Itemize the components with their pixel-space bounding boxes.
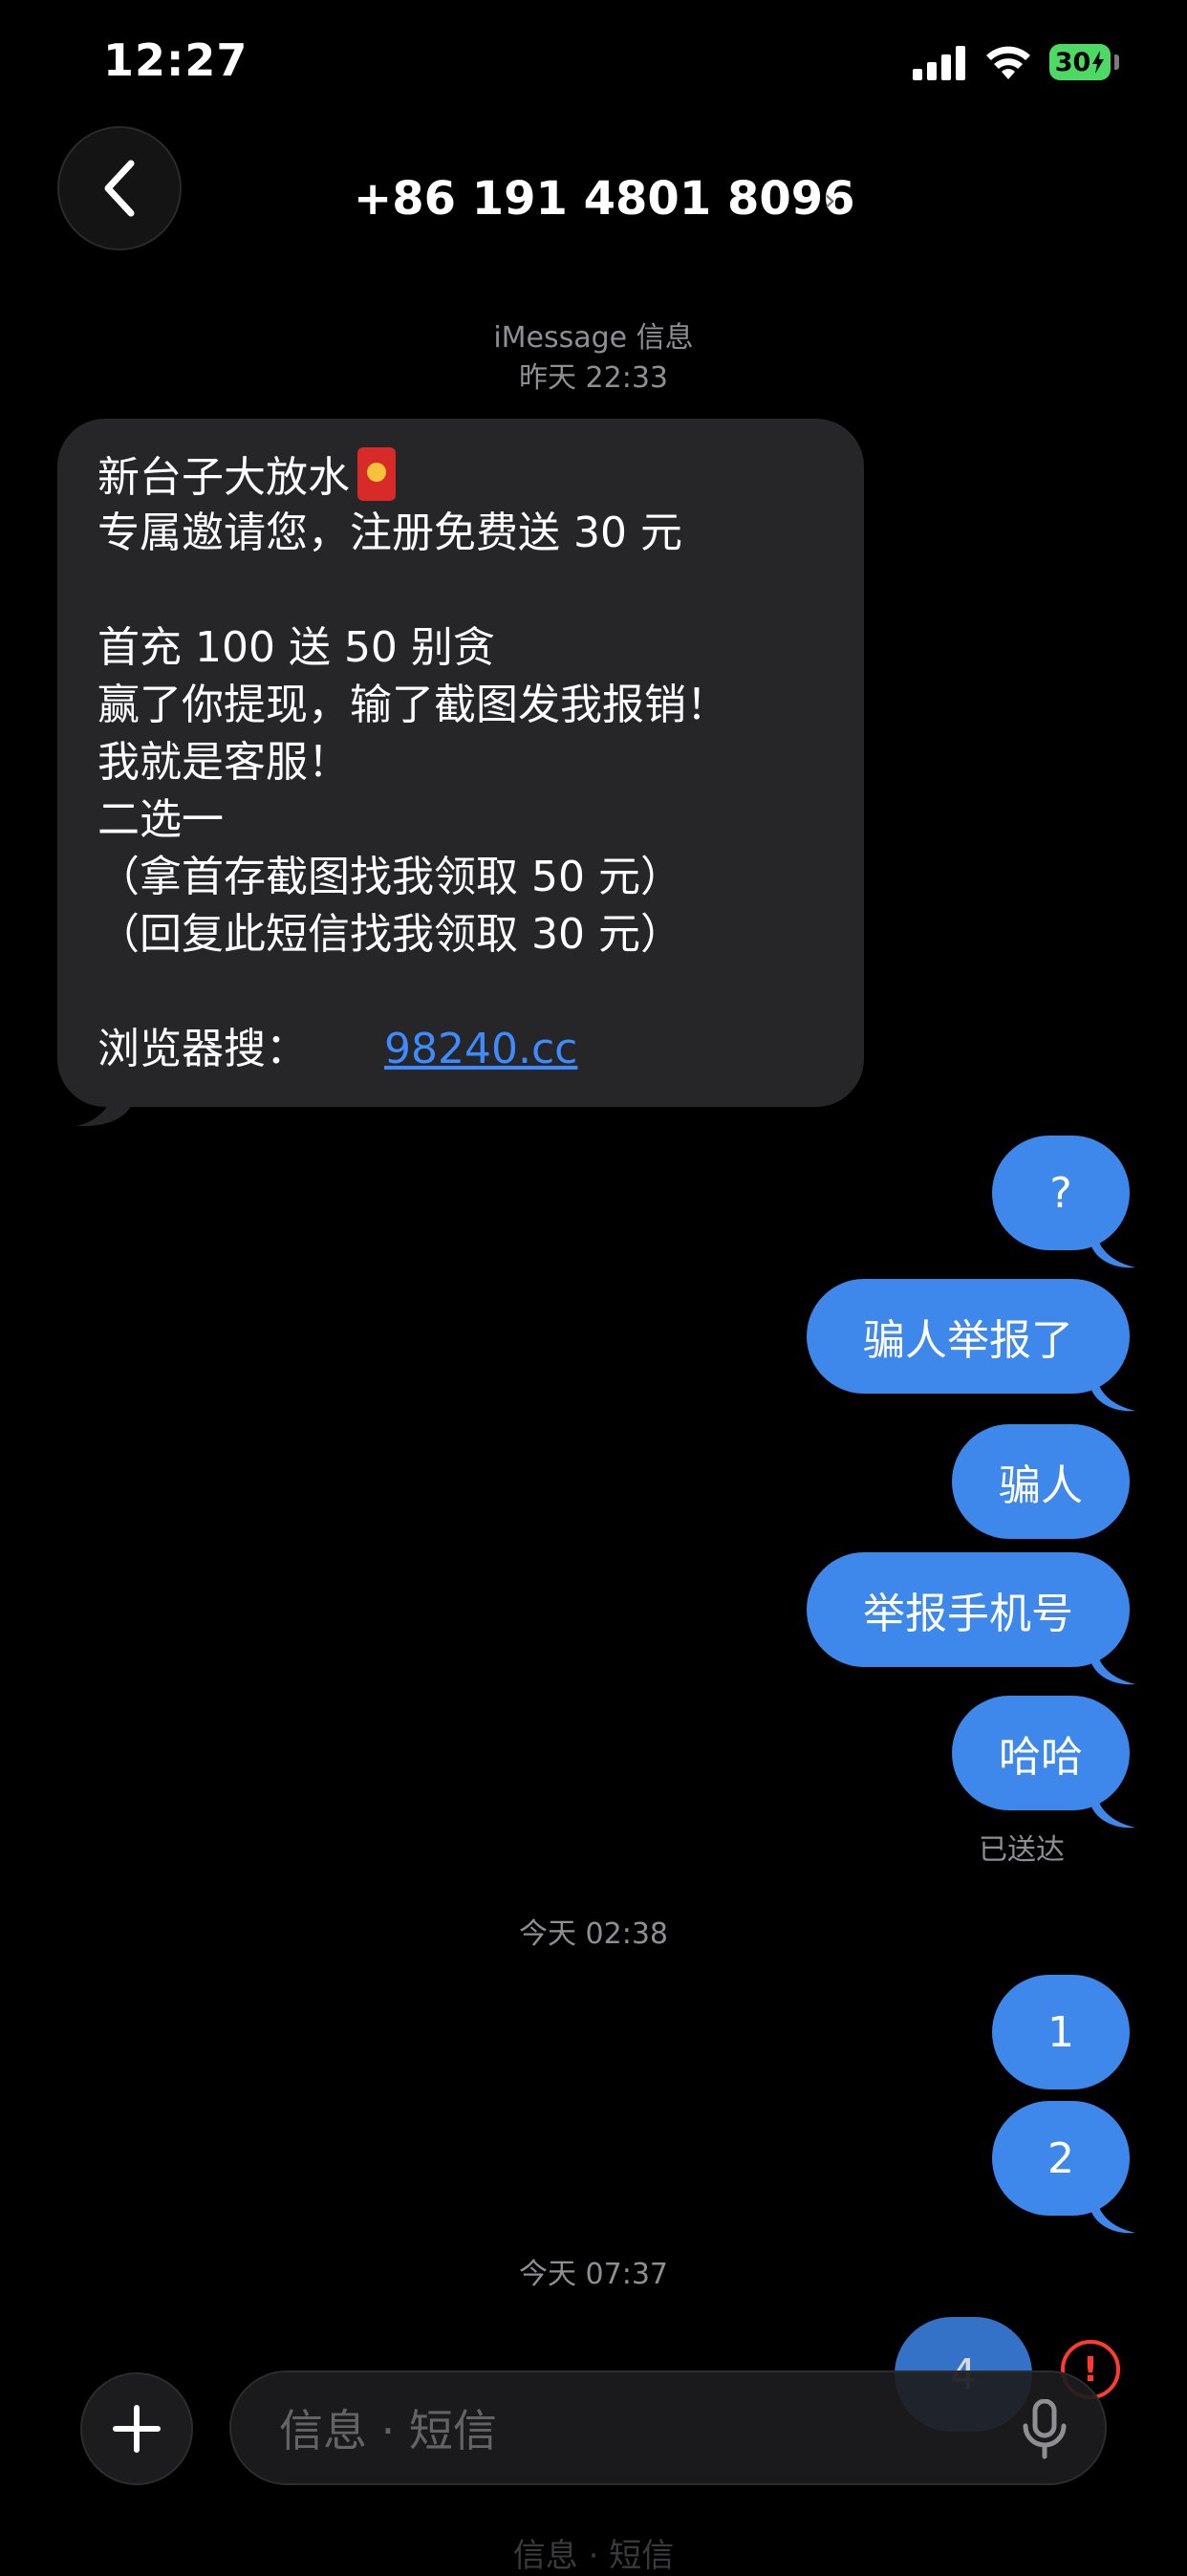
message-line: 新台子大放水 bbox=[97, 447, 824, 505]
message-text: 举报手机号 bbox=[863, 1590, 1073, 1638]
message-text: 2 bbox=[1047, 2133, 1074, 2183]
outgoing-message-bubble[interactable]: 1 bbox=[992, 1975, 1130, 2089]
input-placeholder: 信息 · 短信 bbox=[279, 2405, 497, 2457]
microphone-icon[interactable] bbox=[1021, 2399, 1068, 2460]
status-time: 12:27 bbox=[103, 34, 248, 86]
bubble-tail bbox=[1091, 1371, 1135, 1412]
message-input[interactable]: 信息 · 短信 bbox=[229, 2370, 1107, 2485]
timestamp: 今天 02:38 bbox=[519, 1917, 668, 1951]
outgoing-message-bubble[interactable]: 骗人 bbox=[952, 1424, 1130, 1539]
timestamp: 昨天 22:33 bbox=[519, 361, 668, 395]
bubble-tail bbox=[1091, 1644, 1135, 1685]
message-line bbox=[97, 562, 824, 619]
outgoing-message-bubble[interactable]: 骗人举报了 bbox=[807, 1279, 1130, 1394]
link-label: 浏览器搜： bbox=[97, 1025, 308, 1073]
outgoing-message-bubble[interactable]: 举报手机号 bbox=[807, 1552, 1130, 1667]
bubble-tail bbox=[76, 1080, 134, 1127]
message-text: ? bbox=[1049, 1168, 1072, 1218]
contact-title[interactable]: +86 191 4801 8096 bbox=[354, 172, 855, 226]
message-line: 首充 100 送 50 别贪 bbox=[97, 623, 495, 672]
battery-indicator: 30 bbox=[1049, 44, 1111, 80]
incoming-message-bubble[interactable]: 新台子大放水 专属邀请您，注册免费送 30 元 首充 100 送 50 别贪 赢… bbox=[57, 419, 864, 1107]
link-row: 浏览器搜： 98240.cc bbox=[97, 1021, 824, 1078]
message-text: 1 bbox=[1047, 2007, 1074, 2057]
bubble-tail bbox=[1091, 1227, 1135, 1268]
charging-bolt-icon bbox=[1092, 51, 1105, 74]
message-line: 专属邀请您，注册免费送 30 元 bbox=[97, 509, 682, 557]
message-line: 我就是客服！ bbox=[97, 738, 350, 787]
plus-icon bbox=[113, 2405, 161, 2453]
red-envelope-icon bbox=[357, 447, 396, 501]
timestamp: 今天 07:37 bbox=[519, 2258, 668, 2291]
message-line: （回复此短信找我领取 30 元） bbox=[97, 910, 682, 959]
message-line: 赢了你提现，输了截图发我报销！ bbox=[97, 681, 728, 729]
chevron-left-icon bbox=[104, 160, 135, 217]
chevron-right-icon[interactable]: › bbox=[824, 182, 836, 218]
message-line: （拿首存截图找我领取 50 元） bbox=[97, 853, 682, 901]
battery-cap bbox=[1114, 54, 1119, 70]
message-line: 二选一 bbox=[97, 795, 224, 844]
back-button[interactable] bbox=[57, 126, 182, 250]
bubble-tail bbox=[1091, 1787, 1135, 1829]
message-text: 骗人 bbox=[999, 1461, 1083, 1510]
add-attachment-button[interactable] bbox=[80, 2372, 193, 2485]
battery-level: 30 bbox=[1054, 47, 1091, 77]
message-link[interactable]: 98240.cc bbox=[384, 1021, 577, 1078]
message-text: 骗人举报了 bbox=[863, 1316, 1073, 1365]
wifi-icon bbox=[986, 46, 1030, 79]
service-label: iMessage 信息 bbox=[493, 321, 694, 355]
cellular-signal-icon bbox=[913, 46, 966, 80]
bubble-tail bbox=[1091, 2193, 1135, 2234]
message-text: 哈哈 bbox=[999, 1733, 1083, 1782]
delivered-status: 已送达 bbox=[979, 1833, 1065, 1867]
